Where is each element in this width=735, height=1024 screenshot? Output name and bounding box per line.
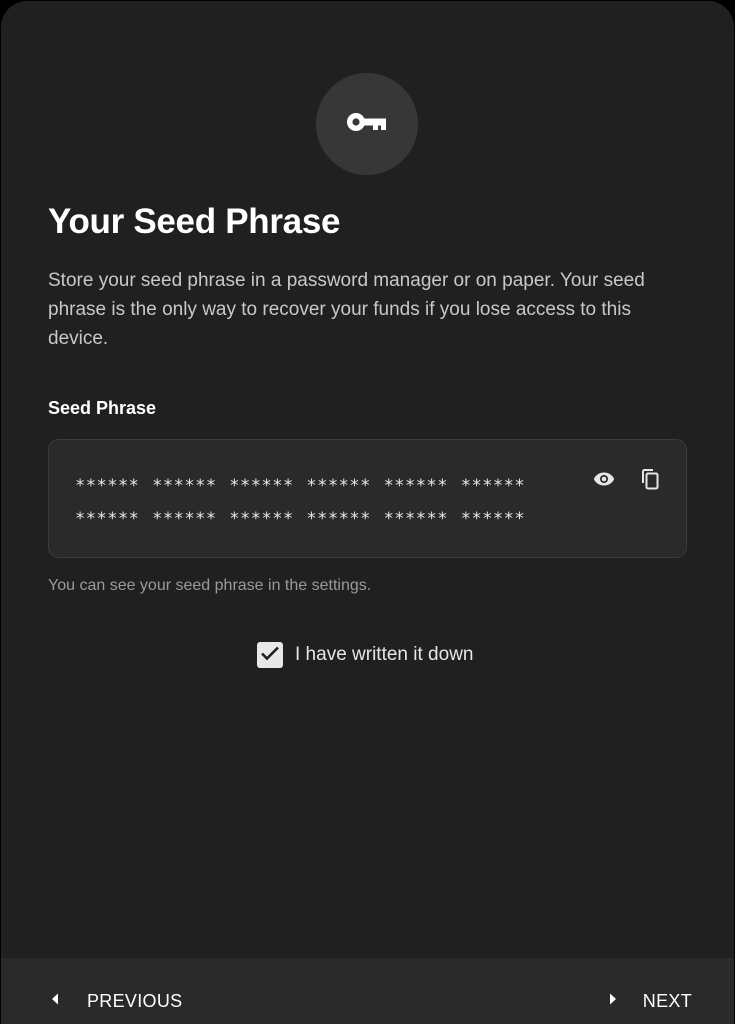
caret-right-icon bbox=[609, 992, 617, 1010]
next-button[interactable]: NEXT bbox=[609, 988, 692, 1014]
key-icon-badge bbox=[316, 73, 418, 175]
written-down-label: I have written it down bbox=[295, 644, 474, 665]
caret-left-icon bbox=[51, 992, 59, 1010]
reveal-seed-button[interactable] bbox=[589, 466, 619, 496]
next-label: NEXT bbox=[642, 991, 692, 1011]
eye-icon bbox=[593, 471, 615, 492]
written-down-checkbox[interactable] bbox=[257, 642, 283, 668]
copy-icon bbox=[640, 468, 660, 495]
page-description: Store your seed phrase in a password man… bbox=[48, 270, 645, 349]
key-icon bbox=[346, 110, 388, 139]
seed-phrase-hint: You can see your seed phrase in the sett… bbox=[48, 577, 372, 594]
previous-label: PREVIOUS bbox=[87, 991, 183, 1011]
checkmark-icon bbox=[260, 645, 280, 666]
seed-phrase-panel: Your Seed Phrase Store your seed phrase … bbox=[1, 1, 734, 1024]
page-title: Your Seed Phrase bbox=[48, 202, 341, 241]
seed-phrase-masked-text: ****** ****** ****** ****** ****** *****… bbox=[75, 476, 526, 529]
seed-phrase-label: Seed Phrase bbox=[48, 398, 157, 418]
footer-navigation: PREVIOUS NEXT bbox=[1, 958, 734, 1024]
copy-seed-button[interactable] bbox=[635, 466, 665, 496]
seed-phrase-field: ****** ****** ****** ****** ****** *****… bbox=[48, 439, 687, 558]
written-down-confirmation[interactable]: I have written it down bbox=[257, 641, 473, 669]
previous-button[interactable]: PREVIOUS bbox=[51, 988, 182, 1014]
